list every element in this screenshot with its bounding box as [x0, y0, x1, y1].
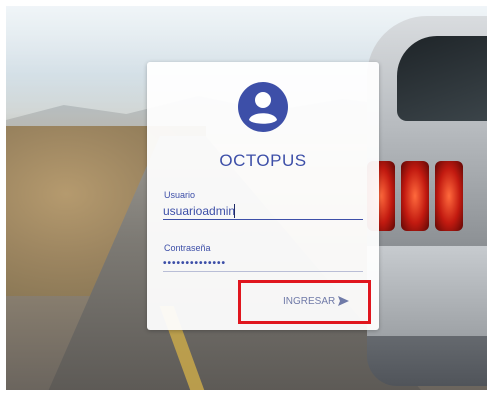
username-label: Usuario	[164, 190, 196, 200]
login-card: OCTOPUS Usuario Contraseña INGRESAR	[147, 62, 379, 330]
text-caret	[234, 204, 235, 218]
submit-button-label: INGRESAR	[283, 295, 336, 307]
username-input[interactable]	[163, 203, 363, 220]
send-arrow-icon	[338, 296, 350, 306]
password-label: Contraseña	[164, 243, 211, 253]
password-input[interactable]	[163, 255, 363, 272]
submit-button[interactable]: INGRESAR	[283, 292, 350, 310]
app-brand-title: OCTOPUS	[219, 151, 307, 170]
user-avatar-icon	[238, 82, 288, 132]
screen: OCTOPUS Usuario Contraseña INGRESAR	[0, 0, 491, 396]
